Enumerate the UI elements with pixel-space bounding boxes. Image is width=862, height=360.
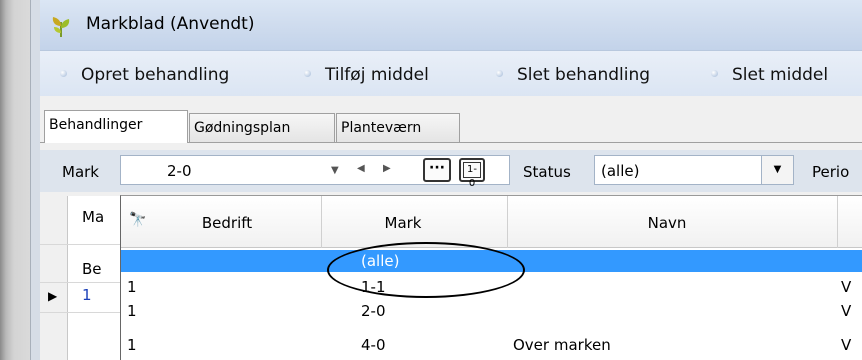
action-bar: Opret behandling Tilføj middel Slet beha… — [40, 50, 862, 96]
cell-bedrift: 1 — [127, 302, 137, 320]
desktop-left-frame — [0, 0, 44, 360]
delete-agent-button[interactable]: Slet middel — [711, 65, 828, 85]
grid-cell-value[interactable]: 1 — [82, 286, 92, 304]
delete-agent-label: Slet middel — [732, 65, 829, 85]
delete-treatment-button[interactable]: Slet behandling — [496, 65, 650, 85]
list-item[interactable]: 1 4-0 Over marken V — [121, 334, 862, 356]
previous-icon[interactable]: ◀ — [357, 163, 365, 174]
plant-icon — [50, 14, 72, 38]
cell-navn: Over marken — [513, 336, 611, 354]
delete-treatment-label: Slet behandling — [517, 65, 651, 85]
toggle-button[interactable]: 1-0 — [459, 158, 485, 189]
current-row-icon: ▶ — [48, 289, 58, 303]
list-item[interactable]: (alle) — [121, 250, 862, 272]
tab-label: Behandlinger — [49, 117, 143, 133]
mark-value: 2-0 — [167, 162, 192, 180]
tab-strip: Behandlinger Gødningsplan Planteværn — [40, 110, 862, 143]
tab-behandlinger[interactable]: Behandlinger — [44, 110, 188, 143]
column-separator — [321, 196, 322, 248]
list-item[interactable]: 1 1-1 V — [121, 276, 862, 298]
cell-extra: V — [841, 278, 852, 296]
cell-mark: 1-1 — [361, 278, 386, 296]
bullet-icon — [60, 69, 67, 77]
status-select[interactable]: (alle) ▼ — [594, 155, 794, 185]
grid-row-label: Be — [82, 260, 102, 278]
tab-label: Planteværn — [341, 120, 422, 136]
bullet-icon — [496, 69, 503, 77]
mark-label: Mark — [62, 163, 99, 181]
tab-label: Gødningsplan — [194, 120, 291, 136]
binoculars-icon[interactable]: 🔭 — [129, 212, 146, 228]
dropdown-arrow-icon[interactable]: ▼ — [761, 156, 793, 184]
cell-mark: 2-0 — [361, 302, 386, 320]
caret-down-icon[interactable]: ▼ — [331, 165, 339, 176]
bullet-icon — [304, 69, 311, 77]
bullet-icon — [711, 69, 718, 77]
create-treatment-label: Opret behandling — [81, 65, 230, 85]
column-header-bedrift[interactable]: Bedrift — [187, 214, 267, 232]
cell-mark: 4-0 — [361, 336, 386, 354]
more-button[interactable]: ··· — [423, 158, 451, 182]
list-item[interactable]: 1 2-0 V — [121, 300, 862, 322]
add-agent-label: Tilføj middel — [325, 65, 429, 85]
cell-bedrift: 1 — [127, 278, 137, 296]
period-label: Perio — [812, 163, 850, 181]
column-separator — [507, 196, 508, 248]
add-agent-button[interactable]: Tilføj middel — [304, 65, 429, 85]
filter-toolbar: Mark 2-0 ▼ ◀ ▶ ··· 1-0 Status (alle) ▼ P… — [40, 150, 862, 192]
status-label: Status — [523, 163, 571, 181]
status-value: (alle) — [601, 162, 640, 180]
title-bar: Markblad (Anvendt) — [40, 0, 862, 50]
tab-plantevaern[interactable]: Planteværn — [336, 113, 460, 143]
toggle-label: 1-0 — [463, 162, 481, 189]
window-border — [30, 0, 40, 360]
dropdown-header: 🔭 Bedrift Mark Navn — [121, 196, 862, 248]
column-header-navn[interactable]: Navn — [627, 214, 707, 232]
app-window: Markblad (Anvendt) Opret behandling Tilf… — [40, 0, 862, 360]
grid-header-mark[interactable]: Ma — [82, 208, 104, 226]
column-header-mark[interactable]: Mark — [343, 214, 463, 232]
create-treatment-button[interactable]: Opret behandling — [60, 65, 229, 85]
cell-bedrift: 1 — [127, 336, 137, 354]
cell-extra: V — [841, 302, 852, 320]
cell-extra: V — [841, 336, 852, 354]
tab-godningsplan[interactable]: Gødningsplan — [189, 113, 335, 143]
cell-mark: (alle) — [361, 252, 400, 270]
mark-dropdown-list: 🔭 Bedrift Mark Navn (alle) 1 1-1 V 1 2-0… — [120, 195, 862, 360]
mark-combo[interactable]: 2-0 ▼ ◀ ▶ ··· 1-0 — [120, 155, 510, 189]
column-separator — [837, 196, 838, 248]
next-icon[interactable]: ▶ — [383, 163, 391, 174]
window-title: Markblad (Anvendt) — [86, 14, 255, 34]
row-header-column — [40, 196, 68, 360]
